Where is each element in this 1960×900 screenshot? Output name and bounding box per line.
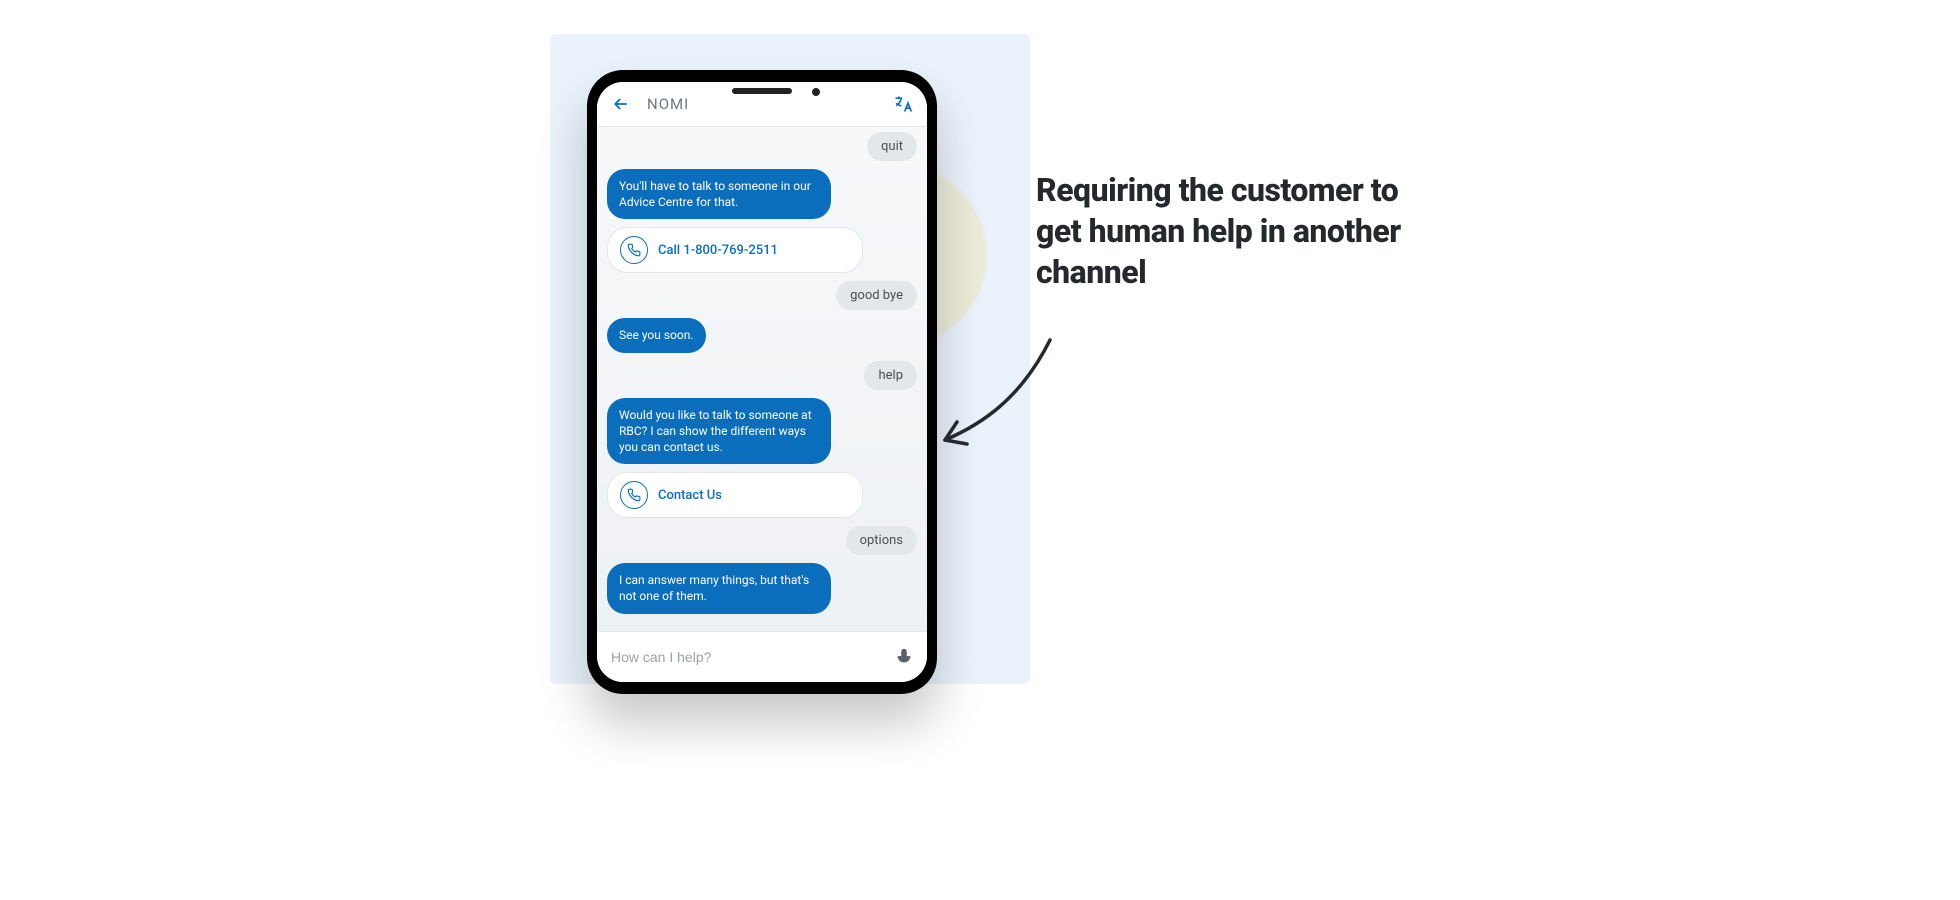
phone-sensor [812,88,820,96]
phone-icon [620,481,648,509]
phone-earpiece [732,88,792,94]
arrow-left-icon [611,94,631,114]
bot-message: You'll have to talk to someone in our Ad… [607,169,831,219]
message-input[interactable] [609,648,883,666]
user-message: options [846,526,917,555]
user-message: help [864,361,917,390]
message-composer [597,631,927,682]
annotation-arrow [930,330,1060,460]
call-action-card[interactable]: Call 1-800-769-2511 [607,227,863,273]
back-button[interactable] [607,90,635,118]
phone-frame: NOMI quit You'll have to talk to someone… [587,70,937,694]
phone-screen: NOMI quit You'll have to talk to someone… [597,82,927,682]
bot-message: I can answer many things, but that's not… [607,563,831,613]
translate-button[interactable] [889,90,917,118]
bot-message: Would you like to talk to someone at RBC… [607,398,831,465]
contact-us-card[interactable]: Contact Us [607,472,863,518]
user-message: quit [867,132,917,161]
chat-thread: quit You'll have to talk to someone in o… [597,126,927,632]
call-number-link[interactable]: Call 1-800-769-2511 [658,243,778,258]
annotation-text: Requiring the customer to get human help… [1036,170,1416,293]
phone-icon [620,236,648,264]
microphone-icon [893,646,915,668]
translate-icon [893,94,913,114]
chat-title: NOMI [647,95,877,113]
microphone-button[interactable] [893,646,915,668]
user-message: good bye [836,281,917,310]
contact-us-link[interactable]: Contact Us [658,488,722,503]
bot-message: See you soon. [607,318,706,352]
